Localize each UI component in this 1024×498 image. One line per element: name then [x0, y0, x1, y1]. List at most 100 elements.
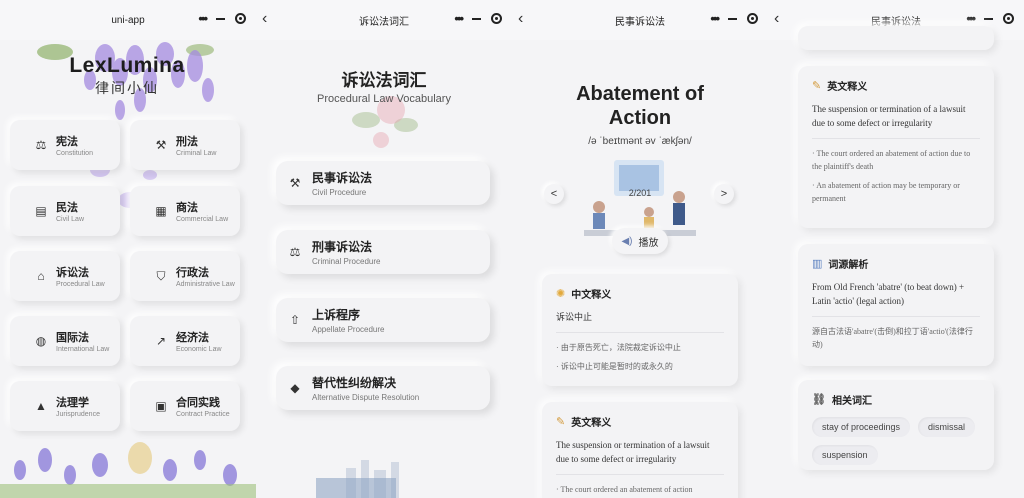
- related-tag[interactable]: dismissal: [918, 417, 976, 437]
- term-counter: 2/201: [628, 188, 652, 198]
- definition-text: 诉讼中止: [556, 312, 593, 322]
- category-sublabel: Commercial Law: [176, 216, 229, 223]
- gavel-icon: ⚒: [289, 176, 301, 190]
- subcategory-sublabel: Civil Procedure: [312, 188, 367, 197]
- category-sublabel: Constitution: [56, 150, 93, 157]
- category-economic-law[interactable]: ↗ 经济法 Economic Law: [130, 316, 240, 366]
- term-title: Abatement of Action: [512, 82, 768, 130]
- subcategory-civil-procedure[interactable]: ⚒ 民事诉讼法 Civil Procedure: [276, 161, 490, 205]
- close-target-icon[interactable]: [1003, 13, 1014, 24]
- category-sublabel: Jurisprudence: [56, 411, 100, 418]
- more-icon[interactable]: •••: [710, 12, 720, 25]
- minimize-icon[interactable]: [216, 17, 225, 20]
- related-tag[interactable]: stay of proceedings: [812, 417, 911, 437]
- subcategory-label: 替代性纠纷解决: [312, 376, 397, 390]
- category-international-law[interactable]: ◍ 国际法 International Law: [10, 316, 120, 366]
- category-sublabel: International Law: [56, 346, 110, 353]
- close-target-icon[interactable]: [747, 13, 758, 24]
- close-target-icon[interactable]: [491, 13, 502, 24]
- nav-title: uni-app: [111, 14, 145, 26]
- close-target-icon[interactable]: [235, 13, 246, 24]
- previous-card-edge: [798, 26, 994, 50]
- back-arrow-icon[interactable]: ‹: [518, 11, 523, 27]
- divider: [812, 138, 980, 139]
- menu-capsule[interactable]: •••: [966, 12, 1014, 25]
- minimize-icon[interactable]: [984, 17, 993, 20]
- term-detail-scrolled-screen: ‹ 民事诉讼法 ••• ✎ 英文释义 The suspension or term…: [768, 0, 1024, 498]
- subcategory-alternative-dispute-resolution[interactable]: ◆ 替代性纠纷解决 Alternative Dispute Resolution: [276, 366, 490, 410]
- document-icon: ▤: [35, 204, 47, 218]
- divider: [556, 474, 724, 475]
- definition-text: The suspension or termination of a lawsu…: [556, 440, 710, 464]
- clipboard-icon: ▣: [155, 399, 167, 413]
- related-tag[interactable]: suspension: [812, 445, 878, 465]
- menu-capsule[interactable]: •••: [198, 12, 246, 25]
- nav-title: 诉讼法词汇: [359, 16, 409, 28]
- category-commercial-law[interactable]: ▦ 商法 Commercial Law: [130, 186, 240, 236]
- category-contract-practice[interactable]: ▣ 合同实践 Contract Practice: [130, 381, 240, 431]
- nav-bar: uni-app •••: [0, 0, 256, 40]
- subcategory-sublabel: Alternative Dispute Resolution: [312, 393, 420, 402]
- category-constitution[interactable]: ⚖ 宪法 Constitution: [10, 120, 120, 170]
- book-icon: ▥: [812, 258, 823, 270]
- card-heading: 中文释义: [571, 290, 612, 301]
- scales-icon: ⚖: [35, 138, 47, 152]
- nav-bar: ‹ 民事诉讼法 •••: [512, 0, 768, 40]
- phonetic: /ə ˈbeɪtmənt əv ˈækʃən/: [588, 136, 692, 147]
- definition-text: The suspension or termination of a lawsu…: [812, 104, 966, 128]
- category-civil-law[interactable]: ▤ 民法 Civil Law: [10, 186, 120, 236]
- example-sentence: · The court ordered an abatement of acti…: [812, 149, 971, 171]
- english-definition-card: ✎ 英文释义 The suspension or termination of a…: [542, 402, 738, 498]
- next-term-button[interactable]: >: [714, 184, 734, 204]
- category-sublabel: Economic Law: [176, 346, 222, 353]
- category-procedural-law[interactable]: ⌂ 诉讼法 Procedural Law: [10, 251, 120, 301]
- divider: [556, 332, 724, 333]
- category-administrative-law[interactable]: ⛉ 行政法 Administrative Law: [130, 251, 240, 301]
- shield-icon: ⛉: [156, 268, 166, 283]
- subcategory-appellate-procedure[interactable]: ⇧ 上诉程序 Appellate Procedure: [276, 298, 490, 342]
- category-criminal-law[interactable]: ⚒ 刑法 Criminal Law: [130, 120, 240, 170]
- category-label: 刑法: [176, 136, 198, 148]
- related-tags: stay of proceedings dismissal suspension: [812, 417, 980, 465]
- subcategory-label: 刑事诉讼法: [312, 240, 373, 254]
- menu-capsule[interactable]: •••: [710, 12, 758, 25]
- app-name: LexLumina: [69, 54, 185, 77]
- category-label: 法理学: [56, 397, 89, 409]
- menu-capsule[interactable]: •••: [454, 12, 502, 25]
- scales-icon: ⚖: [289, 245, 301, 259]
- category-label: 合同实践: [176, 397, 220, 409]
- scroll-icon: ✎: [812, 80, 822, 92]
- example-sentence: · 诉讼中止可能是暂时的或永久的: [556, 362, 673, 371]
- play-audio-button[interactable]: ◀) 播放: [612, 228, 668, 254]
- more-icon[interactable]: •••: [198, 12, 208, 25]
- category-label: 民法: [56, 202, 78, 214]
- gavel-icon: ⚒: [155, 138, 167, 152]
- more-icon[interactable]: •••: [454, 12, 464, 25]
- back-arrow-icon[interactable]: ‹: [262, 11, 267, 27]
- etymology-card: ▥ 词源解析 From Old French 'abatre' (to beat …: [798, 244, 994, 366]
- globe-icon: ◍: [35, 334, 47, 348]
- example-sentence: · An abatement of action may be temporar…: [812, 181, 960, 203]
- speaker-icon: ◀): [621, 235, 633, 247]
- prev-term-button[interactable]: <: [544, 184, 564, 204]
- back-arrow-icon[interactable]: ‹: [774, 11, 779, 27]
- minimize-icon[interactable]: [728, 17, 737, 20]
- store-icon: ▦: [155, 204, 167, 218]
- handshake-icon: ◆: [290, 381, 300, 395]
- related-terms-card: ⛓ 相关词汇 stay of proceedings dismissal susp…: [798, 380, 994, 470]
- etymology-note: 源自古法语'abatre'(击倒)和拉丁语'actio'(法律行动): [812, 327, 973, 349]
- divider: [812, 316, 980, 317]
- category-sublabel: Civil Law: [56, 216, 85, 223]
- vocabulary-category-screen: ‹ 诉讼法词汇 ••• 诉讼法词汇 Procedural Law Vocabul…: [256, 0, 512, 498]
- term-line-2: Action: [608, 107, 672, 129]
- minimize-icon[interactable]: [472, 17, 481, 20]
- category-jurisprudence[interactable]: ▲ 法理学 Jurisprudence: [10, 381, 120, 431]
- subcategory-criminal-procedure[interactable]: ⚖ 刑事诉讼法 Criminal Procedure: [276, 230, 490, 274]
- subcategory-sublabel: Appellate Procedure: [312, 325, 385, 334]
- subcategory-label: 上诉程序: [312, 308, 361, 322]
- upload-arrow-icon: ⇧: [289, 313, 301, 327]
- subcategory-sublabel: Criminal Procedure: [312, 257, 381, 266]
- more-icon[interactable]: •••: [966, 12, 976, 25]
- trend-chart-icon: ↗: [155, 334, 167, 348]
- nav-bar: ‹ 诉讼法词汇 •••: [256, 0, 512, 40]
